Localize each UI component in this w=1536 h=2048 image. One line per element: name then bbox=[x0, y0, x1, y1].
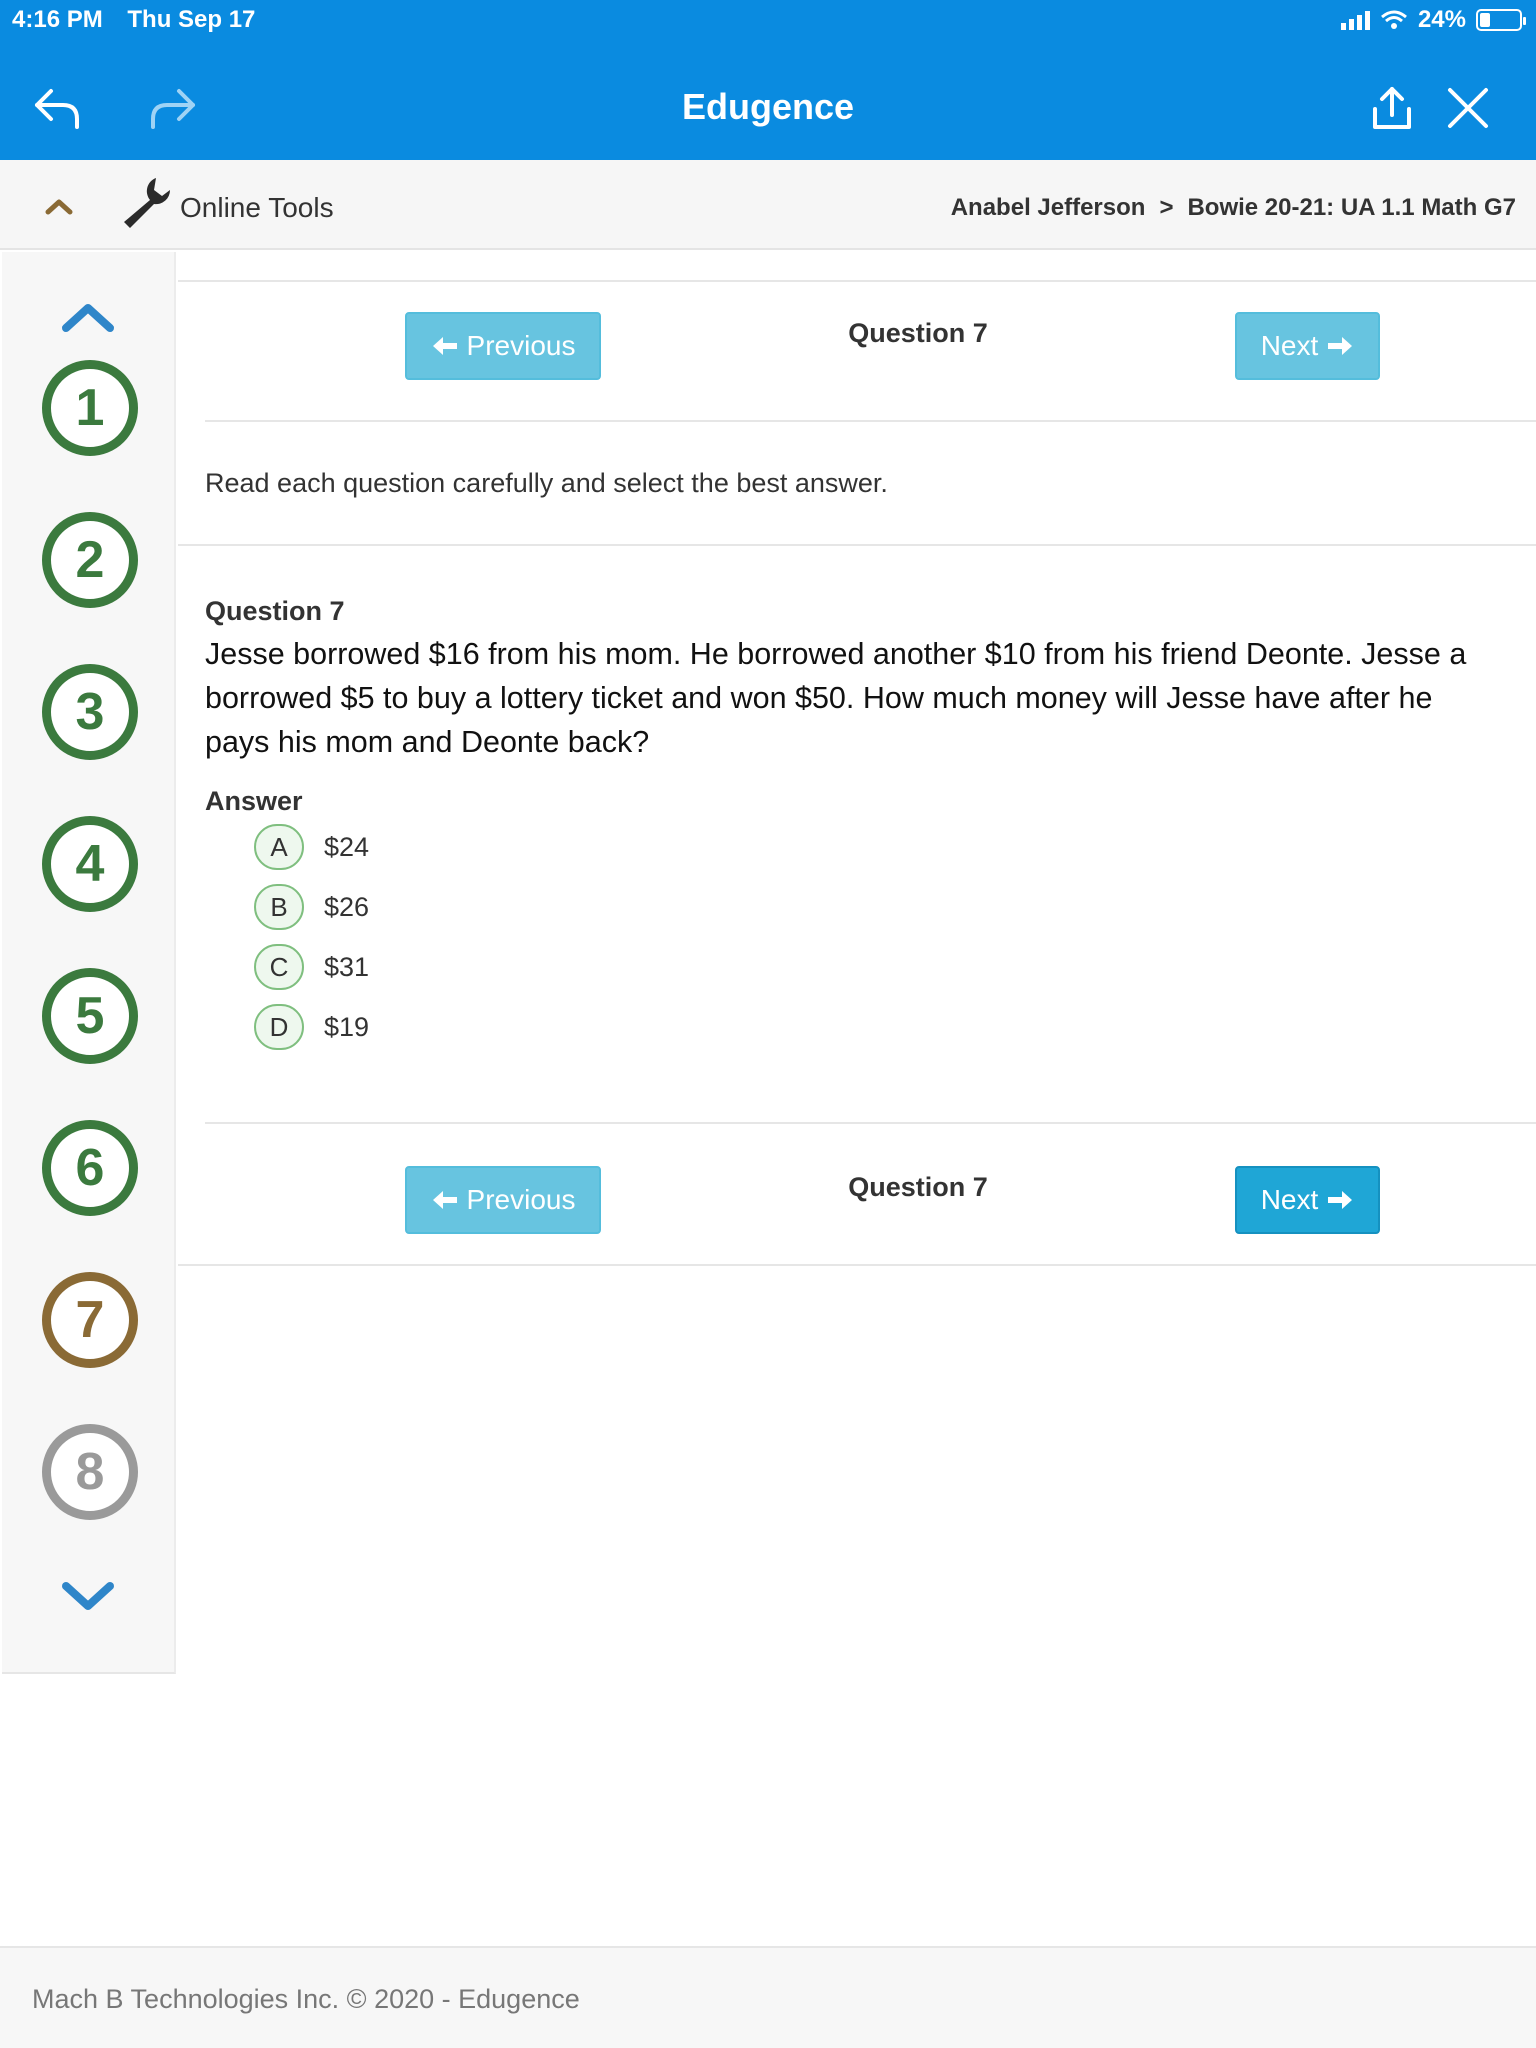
status-bar-right: 24% bbox=[1340, 6, 1526, 34]
status-time: 4:16 PM bbox=[12, 6, 103, 33]
answer-choice-a[interactable]: A $24 bbox=[254, 824, 369, 870]
page-footer: Mach B Technologies Inc. © 2020 - Edugen… bbox=[0, 1946, 1536, 2048]
signal-icon bbox=[1340, 10, 1370, 30]
question-number-top: Question 7 bbox=[848, 318, 988, 348]
scroll-up-icon[interactable] bbox=[60, 300, 116, 339]
wifi-icon bbox=[1380, 10, 1407, 29]
choice-text[interactable]: $24 bbox=[324, 832, 369, 863]
divider bbox=[178, 544, 1536, 546]
app-title: Edugence bbox=[681, 86, 855, 127]
battery-percent: 24% bbox=[1417, 6, 1466, 33]
question-nav-6[interactable]: 6 bbox=[42, 1120, 138, 1216]
question-line: Jesse borrowed $16 from his mom. He borr… bbox=[205, 637, 1467, 671]
question-nav-5[interactable]: 5 bbox=[42, 968, 138, 1064]
arrow-right-icon bbox=[1328, 337, 1353, 355]
question-line: pays his mom and Deonte back? bbox=[205, 725, 650, 759]
next-button-top[interactable]: Next bbox=[1235, 312, 1380, 380]
next-button-bottom[interactable]: Next bbox=[1235, 1166, 1380, 1234]
breadcrumb-separator: > bbox=[1159, 194, 1174, 221]
choice-letter[interactable]: C bbox=[254, 944, 304, 990]
wrench-icon[interactable] bbox=[116, 172, 174, 235]
divider bbox=[205, 420, 1536, 422]
next-label: Next bbox=[1260, 1184, 1319, 1215]
previous-label: Previous bbox=[466, 330, 576, 361]
answer-choice-c[interactable]: C $31 bbox=[254, 944, 369, 990]
previous-button-top[interactable]: Previous bbox=[405, 312, 601, 380]
battery-icon bbox=[1476, 9, 1526, 31]
arrow-left-icon bbox=[432, 1191, 457, 1209]
choice-letter[interactable]: D bbox=[254, 1004, 304, 1050]
instructions-text: Read each question carefully and select … bbox=[205, 468, 888, 498]
divider bbox=[205, 1122, 1536, 1124]
divider bbox=[178, 280, 1536, 282]
scroll-down-icon[interactable] bbox=[60, 1580, 116, 1619]
close-icon[interactable] bbox=[1440, 80, 1496, 136]
divider bbox=[178, 1264, 1536, 1266]
tools-toolbar: Online Tools Anabel Jefferson > Bowie 20… bbox=[0, 160, 1536, 250]
status-date: Thu Sep 17 bbox=[127, 6, 256, 33]
next-label: Next bbox=[1260, 330, 1319, 361]
previous-button-bottom[interactable]: Previous bbox=[405, 1166, 601, 1234]
app-header: 4:16 PM Thu Sep 17 24% Edugence bbox=[0, 0, 1536, 160]
share-icon[interactable] bbox=[1364, 80, 1420, 136]
collapse-toolbar-icon[interactable] bbox=[44, 196, 74, 221]
breadcrumb: Anabel Jefferson > Bowie 20-21: UA 1.1 M… bbox=[951, 194, 1516, 222]
question-nav-1[interactable]: 1 bbox=[42, 360, 138, 456]
arrow-right-icon bbox=[1328, 1191, 1353, 1209]
answer-label: Answer bbox=[205, 786, 303, 816]
question-sidebar: 1 2 3 4 5 6 7 8 bbox=[2, 252, 176, 1674]
choice-text[interactable]: $19 bbox=[324, 1012, 369, 1043]
choice-letter[interactable]: B bbox=[254, 884, 304, 930]
online-tools-label[interactable]: Online Tools bbox=[180, 192, 334, 224]
answer-choice-b[interactable]: B $26 bbox=[254, 884, 369, 930]
breadcrumb-student[interactable]: Anabel Jefferson bbox=[951, 194, 1146, 222]
choice-text[interactable]: $31 bbox=[324, 952, 369, 983]
question-line: borrowed $5 to buy a lottery ticket and … bbox=[205, 681, 1433, 715]
previous-label: Previous bbox=[466, 1184, 576, 1215]
question-nav-2[interactable]: 2 bbox=[42, 512, 138, 608]
question-nav-3[interactable]: 3 bbox=[42, 664, 138, 760]
status-bar-left: 4:16 PM Thu Sep 17 bbox=[12, 6, 273, 34]
choice-letter[interactable]: A bbox=[254, 824, 304, 870]
arrow-left-icon bbox=[432, 337, 457, 355]
answer-choice-d[interactable]: D $19 bbox=[254, 1004, 369, 1050]
breadcrumb-assessment[interactable]: Bowie 20-21: UA 1.1 Math G7 bbox=[1187, 194, 1516, 222]
copyright-text: Mach B Technologies Inc. © 2020 - Edugen… bbox=[32, 1984, 580, 2014]
question-number-bottom: Question 7 bbox=[848, 1172, 988, 1202]
question-text: Jesse borrowed $16 from his mom. He borr… bbox=[205, 632, 1536, 764]
question-title: Question 7 bbox=[205, 596, 345, 626]
choice-text[interactable]: $26 bbox=[324, 892, 369, 923]
question-nav-8[interactable]: 8 bbox=[42, 1424, 138, 1520]
question-nav-4[interactable]: 4 bbox=[42, 816, 138, 912]
question-nav-7[interactable]: 7 bbox=[42, 1272, 138, 1368]
